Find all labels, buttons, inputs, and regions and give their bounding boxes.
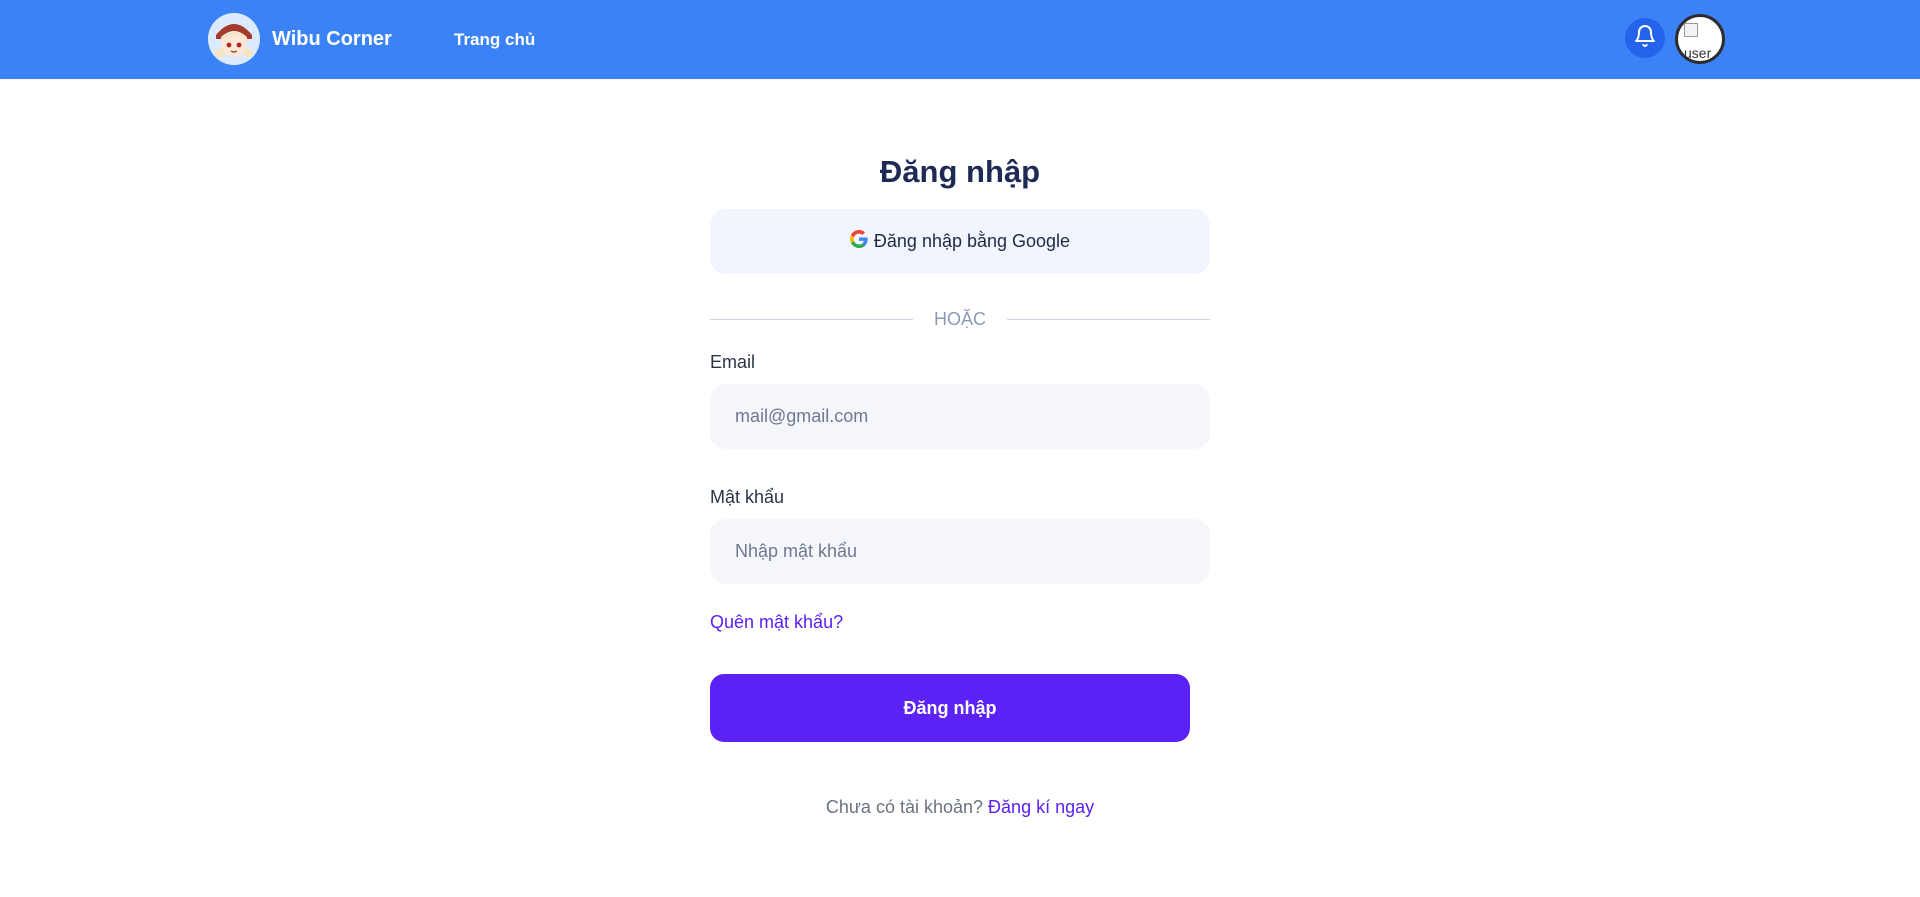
google-login-label: Đăng nhập bằng Google (873, 231, 1071, 251)
email-input[interactable] (710, 384, 1210, 449)
no-account-text: Chưa có tài khoản? (825, 797, 984, 817)
divider-line-right (1007, 319, 1210, 320)
email-label: Email (710, 352, 756, 372)
password-label: Mật khẩu (710, 487, 785, 507)
user-avatar[interactable]: user (1675, 14, 1725, 64)
nav-home-link[interactable]: Trang chủ (454, 30, 535, 50)
signup-prompt: Chưa có tài khoản? Đăng kí ngay (710, 797, 1210, 818)
password-input[interactable] (710, 519, 1210, 584)
login-submit-button[interactable]: Đăng nhập (710, 674, 1190, 742)
avatar-alt-text: user (1684, 45, 1712, 61)
or-divider: HOẶC (710, 306, 1210, 334)
google-icon (849, 230, 868, 253)
brand-name: Wibu Corner (272, 27, 392, 50)
broken-image-icon (1684, 23, 1698, 37)
login-title: Đăng nhập (879, 154, 1041, 189)
google-login-button[interactable]: Đăng nhập bằng Google (710, 209, 1210, 274)
notification-button[interactable] (1625, 18, 1665, 58)
bell-icon (1633, 24, 1657, 53)
signup-link[interactable]: Đăng kí ngay (988, 797, 1094, 817)
forgot-password-link[interactable]: Quên mật khẩu? (710, 612, 843, 633)
brand-link[interactable]: Wibu Corner (208, 13, 392, 65)
top-navbar: Wibu Corner Trang chủ user (0, 0, 1920, 79)
anime-logo-icon (208, 13, 260, 65)
